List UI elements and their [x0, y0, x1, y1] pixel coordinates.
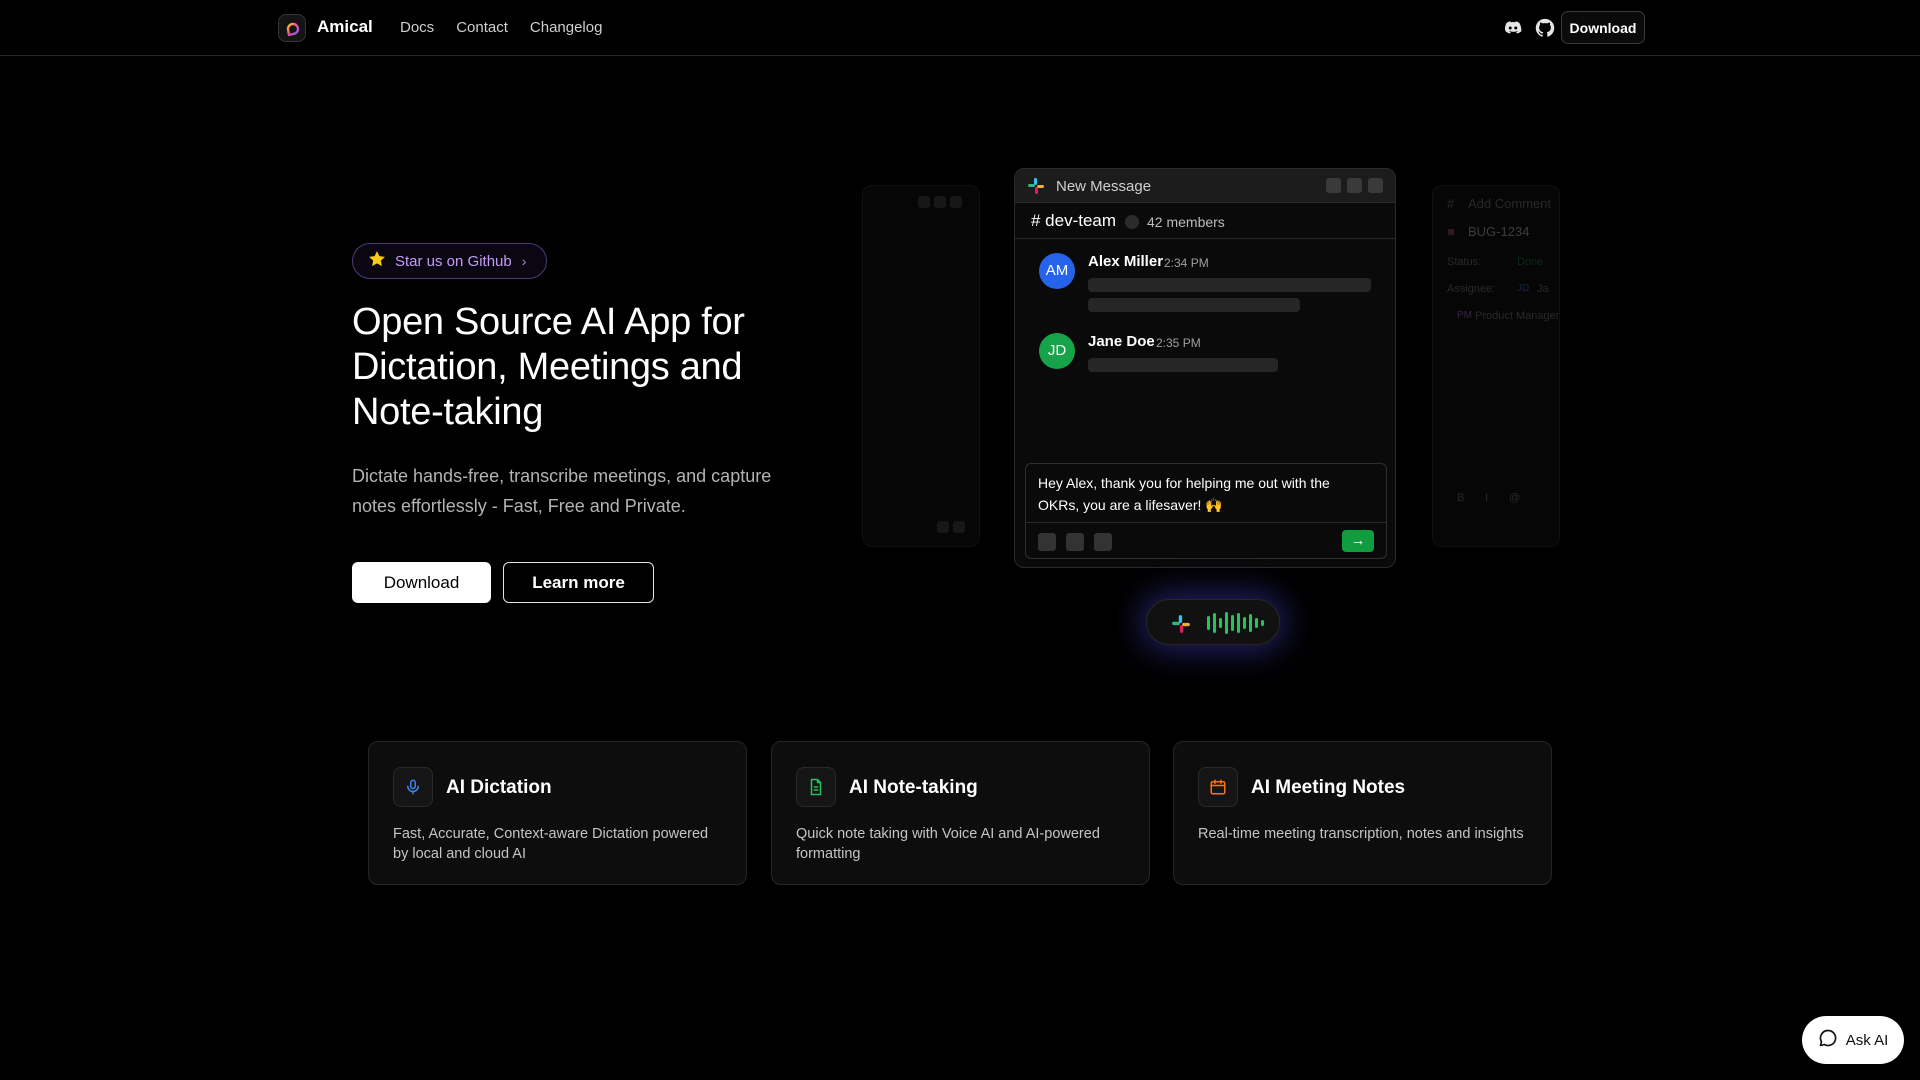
mention-button: @ [1509, 492, 1521, 504]
download-button[interactable]: Download [352, 562, 491, 603]
feature-description: Real-time meeting transcription, notes a… [1198, 826, 1524, 842]
feature-description: Quick note taking with Voice AI and AI-p… [796, 826, 1100, 862]
feature-description: Fast, Accurate, Context-aware Dictation … [393, 826, 709, 862]
status-value: Done [1517, 256, 1544, 268]
comment-avatar: PM [1457, 310, 1472, 321]
window-title: New Message [1056, 178, 1152, 195]
slack-icon-faded: # [1447, 196, 1455, 211]
format-tool-icon[interactable] [1066, 533, 1084, 551]
window-titlebar: New Message [1015, 169, 1395, 203]
dictation-widget[interactable] [1146, 599, 1280, 645]
ask-ai-button[interactable]: Ask AI [1802, 1016, 1904, 1064]
feature-card-note-taking: AI Note-taking Quick note taking with Vo… [771, 741, 1150, 885]
nav-download-button[interactable]: Download [1561, 11, 1645, 44]
message-placeholder-line [1088, 298, 1300, 312]
nav-links: Docs Contact Changelog [400, 19, 602, 36]
slack-icon [1171, 614, 1191, 639]
nav-link-changelog[interactable]: Changelog [530, 19, 603, 36]
assignee-label: Assignee: [1447, 283, 1496, 295]
background-window-left [862, 185, 980, 547]
composer-toolbar: → [1026, 522, 1386, 558]
slack-message-window: New Message # dev-team 42 members AM Ale… [1014, 168, 1396, 568]
add-comment-title: Add Comment [1468, 196, 1552, 211]
avatar: AM [1039, 253, 1075, 289]
member-count: 42 members [1147, 214, 1225, 230]
document-icon [796, 767, 836, 807]
window-controls [1326, 178, 1383, 193]
format-tool-icon[interactable] [1094, 533, 1112, 551]
message-composer[interactable]: Hey Alex, thank you for helping me out w… [1025, 463, 1387, 559]
star-badge-label: Star us on Github [395, 252, 512, 270]
star-icon [367, 249, 387, 274]
github-icon[interactable] [1534, 17, 1556, 39]
amical-logo-icon[interactable] [278, 14, 306, 42]
discord-icon[interactable] [1502, 17, 1524, 39]
feature-title: AI Dictation [446, 777, 552, 798]
bug-icon: ■ [1447, 224, 1455, 239]
feature-title: AI Note-taking [849, 777, 978, 798]
background-window-right: # Add Comment ■ BUG-1234 Status: Done As… [1432, 185, 1560, 547]
comment-author: Product Manager [1475, 310, 1560, 322]
channel-name: # dev-team [1031, 211, 1117, 230]
feature-card-meeting-notes: AI Meeting Notes Real-time meeting trans… [1173, 741, 1552, 885]
assignee-name: Ja [1537, 283, 1549, 295]
minimize-button[interactable] [1326, 178, 1341, 193]
composer-text[interactable]: Hey Alex, thank you for helping me out w… [1038, 472, 1368, 516]
maximize-button[interactable] [1347, 178, 1362, 193]
format-tool-icon[interactable] [1038, 533, 1056, 551]
send-button[interactable]: → [1342, 530, 1374, 552]
bold-button: B [1457, 492, 1465, 504]
message-placeholder-line [1088, 358, 1278, 372]
italic-button: I [1485, 492, 1489, 504]
hero-subtitle: Dictate hands-free, transcribe meetings,… [352, 466, 772, 516]
top-navbar: Amical Docs Contact Changelog Download [0, 0, 1920, 56]
calendar-icon [1198, 767, 1238, 807]
ask-ai-label: Ask AI [1845, 1031, 1889, 1049]
message-placeholder-line [1088, 278, 1371, 292]
feature-card-dictation: AI Dictation Fast, Accurate, Context-awa… [368, 741, 747, 885]
channel-header: # dev-team 42 members [1015, 203, 1395, 239]
nav-link-docs[interactable]: Docs [400, 19, 434, 36]
issue-id: BUG-1234 [1468, 224, 1530, 239]
status-label: Status: [1447, 256, 1482, 268]
message-time: 2:34 PM [1164, 256, 1209, 270]
star-github-badge[interactable]: Star us on Github › [352, 243, 547, 279]
close-button[interactable] [1368, 178, 1383, 193]
message-time: 2:35 PM [1156, 336, 1201, 350]
feature-title: AI Meeting Notes [1251, 777, 1406, 798]
avatar: JD [1039, 333, 1075, 369]
brand-name[interactable]: Amical [317, 17, 373, 37]
hero-title: Open Source AI App for Dictation, Meetin… [352, 301, 745, 433]
learn-more-button[interactable]: Learn more [503, 562, 654, 603]
slack-icon [1027, 177, 1045, 200]
nav-link-contact[interactable]: Contact [456, 19, 508, 36]
audio-waveform-icon [1207, 612, 1264, 634]
chat-bubble-icon [1818, 1028, 1838, 1052]
microphone-icon [393, 767, 433, 807]
chevron-right-icon: › [521, 253, 527, 269]
assignee-avatar: JD [1517, 283, 1530, 294]
message-sender: Jane Doe [1088, 333, 1155, 350]
members-icon [1125, 215, 1139, 229]
message-sender: Alex Miller [1088, 253, 1164, 270]
